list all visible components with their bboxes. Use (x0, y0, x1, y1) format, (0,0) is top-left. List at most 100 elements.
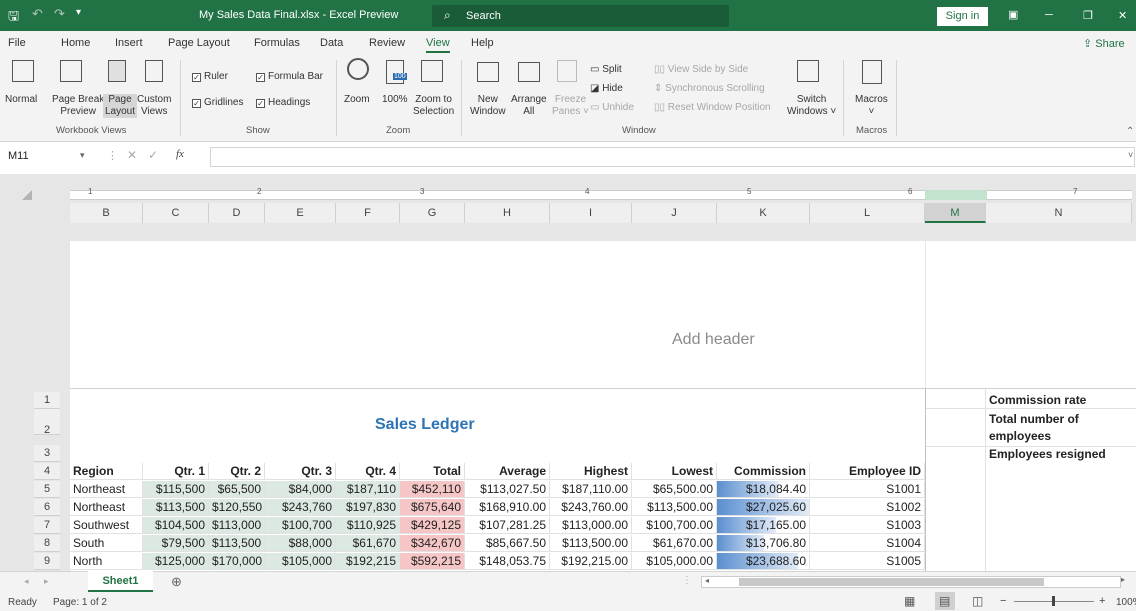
table-cell[interactable]: $113,000.00 (550, 517, 632, 534)
split-button[interactable]: ▭ Split (590, 64, 622, 76)
undo-icon[interactable]: ↶ (32, 6, 43, 22)
ruler-checkbox[interactable]: ✓ Ruler (192, 71, 228, 83)
table-cell[interactable]: $107,281.25 (465, 517, 550, 534)
table-cell[interactable]: $61,670 (336, 535, 400, 552)
collapse-ribbon-icon[interactable]: ⌃ (1126, 126, 1134, 137)
hide-button[interactable]: ◪ Hide (590, 83, 623, 95)
sheet-tab-sheet1[interactable]: Sheet1 (88, 571, 153, 592)
menu-formulas[interactable]: Formulas (254, 37, 300, 49)
table-cell[interactable]: $110,925 (336, 517, 400, 534)
table-cell[interactable]: $113,500 (209, 535, 265, 552)
table-header-cell[interactable]: Average (465, 463, 550, 480)
table-header-cell[interactable]: Qtr. 3 (265, 463, 336, 480)
table-cell[interactable]: $243,760 (265, 499, 336, 516)
table-cell[interactable]: $100,700 (265, 517, 336, 534)
table-cell[interactable]: $61,670.00 (632, 535, 717, 552)
table-cell[interactable]: Northeast (70, 499, 143, 516)
table-cell[interactable]: $104,500 (143, 517, 209, 534)
sign-in-button[interactable]: Sign in (937, 7, 988, 26)
table-cell[interactable]: $100,700.00 (632, 517, 717, 534)
add-sheet-icon[interactable]: ⊕ (171, 574, 182, 590)
table-cell[interactable]: S1003 (810, 517, 925, 534)
page-break-view-icon[interactable]: ◫ (972, 594, 983, 608)
table-cell[interactable]: $452,110 (400, 481, 465, 498)
total-employees-label-1[interactable]: Total number of (989, 412, 1079, 426)
table-cell[interactable]: $85,667.50 (465, 535, 550, 552)
table-cell[interactable]: North (70, 553, 143, 570)
table-cell[interactable]: S1005 (810, 553, 925, 570)
table-header-cell[interactable]: Qtr. 1 (143, 463, 209, 480)
scrollbar-thumb[interactable] (739, 578, 1044, 586)
column-header-d[interactable]: D (209, 203, 265, 223)
sales-ledger-title[interactable]: Sales Ledger (375, 416, 475, 434)
table-cell[interactable]: $13,706.80 (717, 535, 810, 552)
tab-split-icon[interactable]: ⋮ (682, 575, 692, 586)
table-cell[interactable]: $192,215.00 (550, 553, 632, 570)
zoom-100-button[interactable]: 100% (382, 94, 408, 106)
table-cell[interactable]: S1004 (810, 535, 925, 552)
column-header-m[interactable]: M (925, 203, 986, 223)
normal-view-icon[interactable]: ▦ (904, 594, 915, 608)
table-cell[interactable]: $197,830 (336, 499, 400, 516)
zoom-in-icon[interactable]: + (1099, 595, 1105, 607)
column-header-c[interactable]: C (143, 203, 209, 223)
column-header-j[interactable]: J (632, 203, 717, 223)
unhide-button[interactable]: ▭ Unhide (590, 102, 634, 114)
select-all-icon[interactable] (22, 190, 32, 200)
enter-icon[interactable]: ✓ (148, 148, 158, 162)
table-header-cell[interactable]: Highest (550, 463, 632, 480)
add-header-placeholder[interactable]: Add header (672, 331, 755, 349)
row-header-7[interactable]: 7 (34, 517, 60, 534)
table-cell[interactable]: $115,500 (143, 481, 209, 498)
freeze-panes-button[interactable]: Freeze Panes ˅ (552, 94, 589, 118)
headings-checkbox[interactable]: ✓ Headings (256, 97, 310, 109)
scroll-left-icon[interactable]: ◂ (705, 576, 709, 585)
column-header-k[interactable]: K (717, 203, 810, 223)
formula-bar-checkbox[interactable]: ✓ Formula Bar (256, 71, 323, 83)
table-cell[interactable]: $23,688.60 (717, 553, 810, 570)
page-layout-button[interactable]: Page Layout (103, 94, 138, 118)
table-cell[interactable]: $168,910.00 (465, 499, 550, 516)
column-header-f[interactable]: F (336, 203, 400, 223)
table-header-cell[interactable]: Lowest (632, 463, 717, 480)
table-cell[interactable]: $120,550 (209, 499, 265, 516)
table-cell[interactable]: $429,125 (400, 517, 465, 534)
menu-file[interactable]: File (8, 37, 26, 49)
table-cell[interactable]: $113,027.50 (465, 481, 550, 498)
table-header-cell[interactable]: Commission (717, 463, 810, 480)
menu-page-layout[interactable]: Page Layout (168, 37, 230, 49)
commission-rate-label[interactable]: Commission rate (989, 393, 1086, 407)
table-cell[interactable]: $592,215 (400, 553, 465, 570)
table-cell[interactable]: $18,084.40 (717, 481, 810, 498)
table-cell[interactable]: $65,500 (209, 481, 265, 498)
synchronous-scrolling-button[interactable]: ⇕ Synchronous Scrolling (654, 83, 765, 95)
share-button[interactable]: ⇪ Share (1083, 37, 1125, 50)
name-box[interactable]: M11 (4, 147, 92, 167)
switch-windows-button[interactable]: Switch Windows ˅ (787, 94, 836, 118)
table-cell[interactable]: $187,110.00 (550, 481, 632, 498)
table-cell[interactable]: $342,670 (400, 535, 465, 552)
close-button[interactable]: ✕ (1118, 9, 1127, 22)
column-header-b[interactable]: B (70, 203, 143, 223)
table-cell[interactable]: South (70, 535, 143, 552)
menu-data[interactable]: Data (320, 37, 343, 49)
zoom-out-icon[interactable]: − (1000, 595, 1006, 607)
macros-button[interactable]: Macros ˅ (855, 94, 888, 118)
normal-view-button[interactable]: Normal (5, 94, 37, 106)
row-header-3[interactable]: 3 (34, 445, 60, 462)
row-header-1[interactable]: 1 (34, 392, 60, 409)
column-header-h[interactable]: H (465, 203, 550, 223)
row-header-2[interactable]: 2 (34, 409, 60, 436)
table-cell[interactable]: $192,215 (336, 553, 400, 570)
arrange-all-button[interactable]: Arrange All (511, 94, 547, 118)
employees-resigned-label[interactable]: Employees resigned (989, 447, 1106, 461)
save-icon[interactable]: 🖫 (8, 7, 19, 29)
view-side-by-side-button[interactable]: ▯▯ View Side by Side (654, 64, 748, 76)
ribbon-display-icon[interactable]: ▣ (1008, 8, 1018, 21)
table-cell[interactable]: $243,760.00 (550, 499, 632, 516)
menu-home[interactable]: Home (61, 37, 90, 49)
zoom-to-selection-button[interactable]: Zoom to Selection (413, 94, 454, 118)
table-cell[interactable]: $187,110 (336, 481, 400, 498)
menu-insert[interactable]: Insert (115, 37, 143, 49)
cancel-icon[interactable]: ✕ (127, 148, 137, 162)
